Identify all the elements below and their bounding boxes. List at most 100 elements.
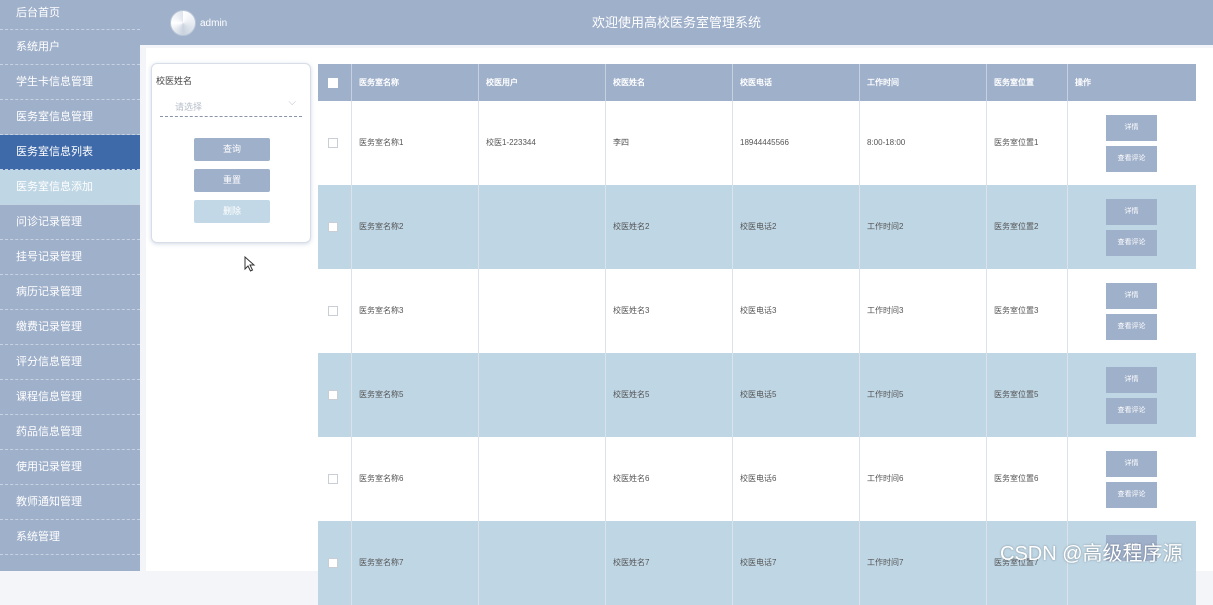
doctor-phone-cell: 校医电话7 bbox=[733, 521, 860, 605]
checkbox-cell bbox=[318, 269, 352, 353]
mouse-cursor-icon bbox=[244, 255, 256, 277]
doctor-name-cell: 校医姓名7 bbox=[606, 521, 733, 605]
table-row: 医务室名称2 校医姓名2 校医电话2 工作时间2 医务室位置2 详情 查看评论 bbox=[318, 185, 1196, 269]
sidebar-item-clinic-add[interactable]: 医务室信息添加 bbox=[0, 170, 140, 205]
select-placeholder: 请选择 bbox=[175, 102, 203, 112]
clinic-location-cell: 医务室位置1 bbox=[987, 101, 1068, 185]
top-header: admin 欢迎使用高校医务室管理系统 bbox=[140, 0, 1213, 45]
column-header: 医务室名称 bbox=[352, 64, 479, 101]
sidebar-item-clinic-management[interactable]: 医务室信息管理 bbox=[0, 100, 140, 135]
table-row: 医务室名称5 校医姓名5 校医电话5 工作时间5 医务室位置5 详情 查看评论 bbox=[318, 353, 1196, 437]
sidebar-item-usage-records[interactable]: 使用记录管理 bbox=[0, 450, 140, 485]
filter-panel: 校医姓名 请选择 ⌵ 查询 重置 删除 bbox=[151, 63, 311, 243]
main-content: 校医姓名 请选择 ⌵ 查询 重置 删除 医务室名称 校医用户 校医姓名 校医电话… bbox=[146, 48, 1213, 605]
doctor-phone-cell: 18944445566 bbox=[733, 101, 860, 185]
doctor-user-cell bbox=[479, 185, 606, 269]
delete-button[interactable]: 删除 bbox=[194, 200, 270, 223]
view-reviews-button[interactable]: 查看评论 bbox=[1106, 482, 1157, 508]
view-reviews-button[interactable]: 查看评论 bbox=[1106, 314, 1157, 340]
doctor-user-cell bbox=[479, 353, 606, 437]
checkbox-cell bbox=[318, 437, 352, 521]
clinic-name-cell: 医务室名称2 bbox=[352, 185, 479, 269]
row-checkbox[interactable] bbox=[328, 222, 338, 232]
clinic-name-cell: 医务室名称5 bbox=[352, 353, 479, 437]
sidebar: 后台首页 系统用户 学生卡信息管理 医务室信息管理 医务室信息列表 医务室信息添… bbox=[0, 0, 140, 571]
row-checkbox[interactable] bbox=[328, 138, 338, 148]
column-header: 校医电话 bbox=[733, 64, 860, 101]
sidebar-item-medicines[interactable]: 药品信息管理 bbox=[0, 415, 140, 450]
detail-button[interactable]: 详情 bbox=[1106, 367, 1157, 393]
table-row: 医务室名称1 校医1-223344 李四 18944445566 8:00-18… bbox=[318, 101, 1196, 185]
doctor-user-cell: 校医1-223344 bbox=[479, 101, 606, 185]
sidebar-item-medical-records[interactable]: 病历记录管理 bbox=[0, 275, 140, 310]
work-hours-cell: 8:00-18:00 bbox=[860, 101, 987, 185]
doctor-name-cell: 校医姓名5 bbox=[606, 353, 733, 437]
checkbox-cell bbox=[318, 185, 352, 269]
sidebar-item-teacher-notices[interactable]: 教师通知管理 bbox=[0, 485, 140, 520]
table-row: 医务室名称6 校医姓名6 校医电话6 工作时间6 医务室位置6 详情 查看评论 bbox=[318, 437, 1196, 521]
clinic-name-cell: 医务室名称3 bbox=[352, 269, 479, 353]
actions-cell: 详情 查看评论 bbox=[1068, 101, 1196, 185]
column-header: 操作 bbox=[1075, 78, 1091, 87]
reset-button[interactable]: 重置 bbox=[194, 169, 270, 192]
view-reviews-button[interactable]: 查看评论 bbox=[1106, 398, 1157, 424]
sidebar-item-courses[interactable]: 课程信息管理 bbox=[0, 380, 140, 415]
row-checkbox[interactable] bbox=[328, 558, 338, 568]
clinic-location-cell: 医务室位置5 bbox=[987, 353, 1068, 437]
row-checkbox[interactable] bbox=[328, 306, 338, 316]
sidebar-item-system-management[interactable]: 系统管理 bbox=[0, 520, 140, 555]
sidebar-item-ratings[interactable]: 评分信息管理 bbox=[0, 345, 140, 380]
sidebar-item-system-users[interactable]: 系统用户 bbox=[0, 30, 140, 65]
doctor-phone-cell: 校医电话3 bbox=[733, 269, 860, 353]
actions-cell: 详情 查看评论 bbox=[1068, 185, 1196, 269]
detail-button[interactable]: 详情 bbox=[1106, 283, 1157, 309]
clinic-name-cell: 医务室名称6 bbox=[352, 437, 479, 521]
clinic-name-cell: 医务室名称1 bbox=[352, 101, 479, 185]
watermark: CSDN @高级程序源 bbox=[1000, 543, 1183, 565]
doctor-user-cell bbox=[479, 269, 606, 353]
select-all-checkbox[interactable] bbox=[328, 78, 338, 88]
doctor-user-cell bbox=[479, 437, 606, 521]
column-header: 校医姓名 bbox=[606, 64, 733, 101]
query-button[interactable]: 查询 bbox=[194, 138, 270, 161]
checkbox-cell bbox=[318, 521, 352, 605]
work-hours-cell: 工作时间5 bbox=[860, 353, 987, 437]
actions-cell: 详情 查看评论 bbox=[1068, 437, 1196, 521]
doctor-name-select[interactable]: 请选择 ⌵ bbox=[160, 94, 302, 117]
doctor-phone-cell: 校医电话6 bbox=[733, 437, 860, 521]
sidebar-item-home[interactable]: 后台首页 bbox=[0, 0, 140, 30]
clinic-location-cell: 医务室位置2 bbox=[987, 185, 1068, 269]
view-reviews-button[interactable]: 查看评论 bbox=[1106, 230, 1157, 256]
detail-button[interactable]: 详情 bbox=[1106, 451, 1157, 477]
column-header: 医务室位置 bbox=[987, 64, 1068, 101]
work-hours-cell: 工作时间7 bbox=[860, 521, 987, 605]
work-hours-cell: 工作时间6 bbox=[860, 437, 987, 521]
view-reviews-button[interactable]: 查看评论 bbox=[1106, 146, 1157, 172]
sidebar-item-student-card[interactable]: 学生卡信息管理 bbox=[0, 65, 140, 100]
column-header: 校医用户 bbox=[479, 64, 606, 101]
doctor-name-cell: 校医姓名2 bbox=[606, 185, 733, 269]
row-checkbox[interactable] bbox=[328, 390, 338, 400]
sidebar-item-clinic-list[interactable]: 医务室信息列表 bbox=[0, 135, 140, 170]
actions-cell: 详情 查看评论 bbox=[1068, 269, 1196, 353]
clinic-location-cell: 医务室位置3 bbox=[987, 269, 1068, 353]
checkbox-cell bbox=[318, 353, 352, 437]
row-checkbox[interactable] bbox=[328, 474, 338, 484]
column-header: 工作时间 bbox=[860, 64, 987, 101]
page-title: 欢迎使用高校医务室管理系统 bbox=[591, 15, 761, 30]
doctor-name-cell: 校医姓名3 bbox=[606, 269, 733, 353]
sidebar-item-consultation-records[interactable]: 问诊记录管理 bbox=[0, 205, 140, 240]
clinic-location-cell: 医务室位置6 bbox=[987, 437, 1068, 521]
doctor-name-cell: 李四 bbox=[606, 101, 733, 185]
clinic-name-cell: 医务室名称7 bbox=[352, 521, 479, 605]
sidebar-item-registration-records[interactable]: 挂号记录管理 bbox=[0, 240, 140, 275]
sidebar-item-payment-records[interactable]: 缴费记录管理 bbox=[0, 310, 140, 345]
clinic-table: 医务室名称 校医用户 校医姓名 校医电话 工作时间 医务室位置 操作 医务室名称… bbox=[318, 64, 1196, 605]
detail-button[interactable]: 详情 bbox=[1106, 199, 1157, 225]
table-header: 医务室名称 校医用户 校医姓名 校医电话 工作时间 医务室位置 操作 bbox=[318, 64, 1196, 101]
doctor-name-filter-label: 校医姓名 bbox=[156, 76, 193, 86]
doctor-phone-cell: 校医电话2 bbox=[733, 185, 860, 269]
detail-button[interactable]: 详情 bbox=[1106, 115, 1157, 141]
doctor-phone-cell: 校医电话5 bbox=[733, 353, 860, 437]
doctor-name-cell: 校医姓名6 bbox=[606, 437, 733, 521]
